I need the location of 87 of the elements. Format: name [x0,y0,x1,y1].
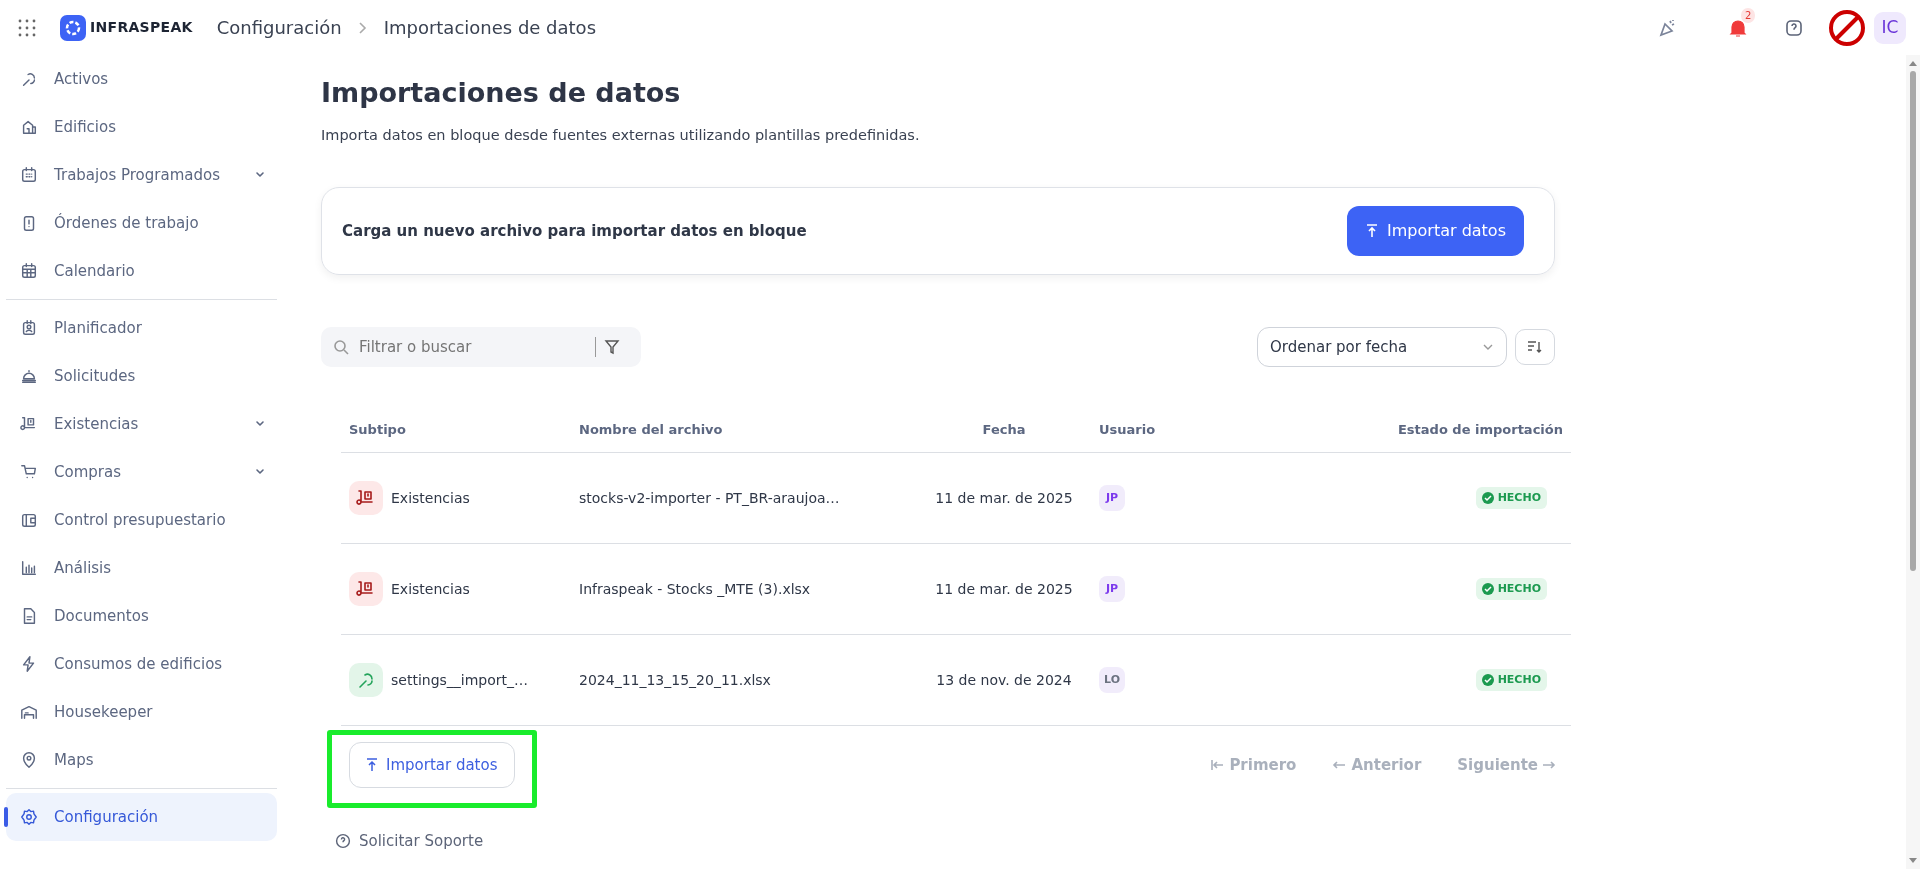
column-header: Estado de importación [1397,420,1563,439]
calendar-icon [20,262,38,280]
search-field[interactable]: Filtrar o buscar [321,327,641,368]
column-header: Subtipo [349,420,407,439]
upload-prompt: Carga un nuevo archivo para importar datos en bloque [342,220,807,242]
chevron-right-icon [357,20,368,35]
help-icon [335,833,351,850]
sidebar-item[interactable]: Compras [6,448,277,496]
building-icon [20,118,38,136]
planner-icon [20,319,38,337]
table-cell-text: Existencias [391,579,470,599]
chevron-down-icon [1482,343,1494,352]
sort-direction-button[interactable] [1515,329,1555,366]
breadcrumb-item: Importaciones de datos [383,16,596,40]
sidebar-item[interactable]: Planificador [6,304,277,352]
column-header: Fecha [981,420,1027,439]
status-badge: HECHO [1475,486,1547,510]
column-header: Usuario [1098,420,1157,439]
table-cell-text: Existencias [391,488,470,508]
page-title: Importaciones de datos [321,77,682,110]
wallet-icon [20,511,38,529]
table-cell-text: 11 de mar. de 2025 [934,579,1074,599]
status-badge: HECHO [1475,668,1547,692]
sidebar-item[interactable]: Control presupuestario [6,496,277,544]
notification-count: 2 [1741,8,1756,24]
sort-dropdown[interactable]: Ordenar por fecha [1257,327,1507,368]
sidebar-item[interactable]: Maps [6,736,277,784]
sidebar-item[interactable]: Edificios [6,103,277,151]
check-circle-icon [1481,492,1494,505]
prohibition-icon [1828,8,1866,47]
table-cell-text: stocks-v2-importer - PT_BR-araujoa… [579,488,841,508]
table-cell-text: Infraspeak - Stocks _MTE (3).xlsx [579,579,812,599]
user-avatar: JP [1099,485,1125,512]
table-cell-text: 13 de nov. de 2024 [935,670,1073,690]
sidebar-item[interactable]: Activos [6,55,277,103]
apps-grid-icon [18,18,36,37]
column-header: Nombre del archivo [579,420,724,439]
sidebar-item[interactable]: Trabajos Programados [6,151,277,199]
table-cell-text: settings__import_… [391,670,529,690]
status-badge: HECHO [1475,577,1547,601]
bed-icon [20,703,38,721]
sidebar-item[interactable]: Documentos [6,592,277,640]
scrollbar[interactable] [1906,55,1920,869]
service-bell-icon [20,367,38,385]
user-avatar: LO [1099,667,1125,694]
first-page-icon [1210,758,1226,773]
sidebar-item[interactable]: Configuración [6,793,277,841]
import-button[interactable]: Importar datos [1347,206,1524,257]
sidebar-item[interactable]: Análisis [6,544,277,592]
user-avatar[interactable]: IC [1874,11,1906,44]
search-icon [333,339,349,356]
import-button[interactable]: Importar datos [349,742,515,789]
dolly-icon [349,572,383,607]
check-circle-icon [1481,583,1494,596]
notification-bell-icon[interactable] [1728,17,1748,38]
bar-chart-icon [20,559,38,577]
filter-icon[interactable] [604,339,620,356]
settings-icon [20,808,38,826]
breadcrumb-item[interactable]: Configuración [216,14,342,41]
tool-icon [20,70,38,88]
dolly-icon [349,481,383,516]
table-cell-text: 11 de mar. de 2025 [934,488,1074,508]
sidebar-item[interactable]: Calendario [6,247,277,295]
sidebar-item[interactable]: Consumos de edificios [6,640,277,688]
calendar-icon [20,166,38,184]
map-pin-icon [20,751,38,769]
sidebar-item[interactable]: Órdenes de trabajo [6,199,277,247]
upload-icon [366,758,378,773]
sort-icon [1527,340,1543,355]
sidebar-item[interactable]: Solicitudes [6,352,277,400]
check-circle-icon [1481,674,1494,687]
scroll-down-arrow-icon[interactable] [1908,857,1918,865]
scroll-up-arrow-icon[interactable] [1908,59,1918,67]
help-icon[interactable] [1784,17,1804,38]
search-input[interactable]: Filtrar o buscar [357,334,587,360]
logo-icon [60,14,86,41]
support-link[interactable]: Solicitar Soporte [335,830,484,853]
user-avatar: JP [1099,576,1125,603]
brand-name: INFRASPEAK [90,18,193,37]
upload-icon [1365,224,1380,239]
cart-icon [20,463,38,481]
table-cell-text: 2024_11_13_15_20_11.xlsx [579,670,772,690]
sidebar-item[interactable]: Housekeeper [6,688,277,736]
tool-icon [349,663,383,698]
page-description: Importa datos en bloque desde fuentes externas utilizando plantillas predefinidas. [321,126,921,146]
sidebar-item[interactable]: Existencias [6,400,277,448]
dolly-icon [20,415,38,433]
